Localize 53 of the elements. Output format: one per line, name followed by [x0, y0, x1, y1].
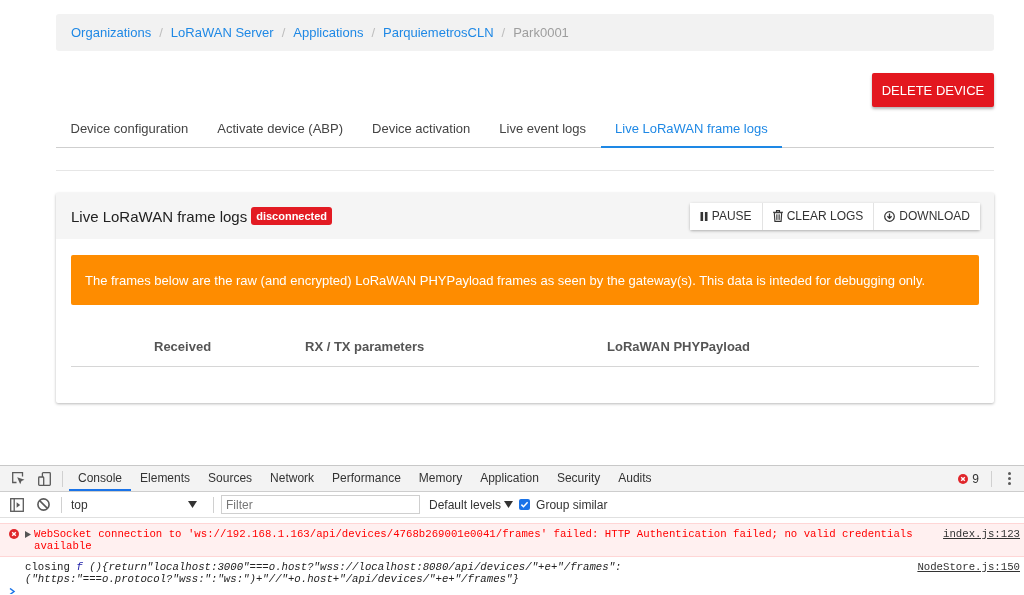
devtools-tab[interactable]: Sources	[199, 466, 262, 491]
more-icon[interactable]	[1008, 472, 1011, 485]
delete-device-button[interactable]: DELETE DEVICE	[872, 73, 994, 107]
clear-logs-button[interactable]: CLEAR LOGS	[761, 202, 874, 230]
device-icon[interactable]	[38, 471, 51, 486]
caret-icon	[188, 501, 197, 508]
prohibited-icon[interactable]	[37, 498, 50, 511]
breadcrumb-current: Park0001	[513, 25, 569, 40]
tab[interactable]: Device configuration	[56, 110, 203, 148]
sidebar-toggle-icon[interactable]	[10, 497, 24, 512]
caret-icon	[504, 501, 514, 508]
devtools-tab[interactable]: Memory	[409, 466, 472, 491]
inspect-icon[interactable]	[12, 472, 25, 485]
column-header: Received	[154, 339, 212, 354]
devtools-tab[interactable]: Security	[547, 466, 610, 491]
error-message: WebSocket connection to 'ws://192.168.1.163/api/devices/4768b269001e0041/frames' failed: HTTP Authentication failed; no valid credentials available	[34, 528, 914, 552]
devtools-tab[interactable]: Audits	[609, 466, 661, 491]
filter-field[interactable]: Filter	[221, 495, 420, 514]
download-icon	[884, 210, 896, 222]
devtools-tab[interactable]: Network	[261, 466, 324, 491]
breadcrumb-separator: /	[371, 25, 376, 40]
error-icon	[9, 529, 19, 539]
column-header: RX / TX parameters	[305, 339, 425, 354]
breadcrumb-separator: /	[159, 25, 163, 40]
pause-button[interactable]: PAUSE	[689, 202, 762, 230]
tab[interactable]: Device activation	[357, 110, 485, 148]
devtools-tab[interactable]: Application	[471, 466, 548, 491]
warning-alert: The frames below are the raw (and encrypted) LoRaWAN PHYPayload frames as seen by the gateway(s). This data is inteded for debugging only.	[71, 255, 979, 305]
checkbox-label: Group similar	[536, 497, 608, 512]
pause-icon	[699, 211, 708, 221]
breadcrumb-separator: /	[501, 25, 506, 40]
log-levels-dropdown[interactable]: Default levels	[429, 497, 514, 512]
devtools-tab[interactable]: Console	[69, 466, 132, 491]
context-selector[interactable]: top	[68, 497, 202, 512]
log-message: closing f (){return"localhost:3000"===o.host?"wss://localhost:8080/api/devices/"+e+"/frames": ("https:"===o.protocol?"wss:":"ws:")+"//"+o.host+"/api/devices/"+e+"/frames"}	[25, 561, 623, 585]
devtools-tab[interactable]: Elements	[131, 466, 200, 491]
tab[interactable]: Activate device (ABP)	[202, 110, 358, 148]
tab[interactable]: Live event logs	[484, 110, 601, 148]
column-header: LoRaWAN PHYPayload	[607, 339, 751, 354]
source-link[interactable]: NodeStore.js:150	[917, 561, 1020, 573]
error-count-button[interactable]: 9	[958, 471, 980, 486]
status-badge: disconnected	[251, 207, 333, 225]
disclosure-triangle-icon[interactable]	[25, 530, 31, 538]
checkbox[interactable]	[519, 499, 531, 510]
breadcrumb-separator: /	[281, 25, 286, 40]
error-icon	[958, 473, 969, 484]
prompt-icon[interactable]	[9, 588, 16, 594]
tab[interactable]: Live LoRaWAN frame logs	[600, 110, 783, 148]
devtools-tab[interactable]: Performance	[323, 466, 410, 491]
trash-icon	[772, 210, 783, 222]
card-title: Live LoRaWAN frame logs	[71, 207, 248, 225]
source-link[interactable]: index.js:123	[943, 528, 1020, 540]
download-button[interactable]: DOWNLOAD	[873, 202, 980, 230]
